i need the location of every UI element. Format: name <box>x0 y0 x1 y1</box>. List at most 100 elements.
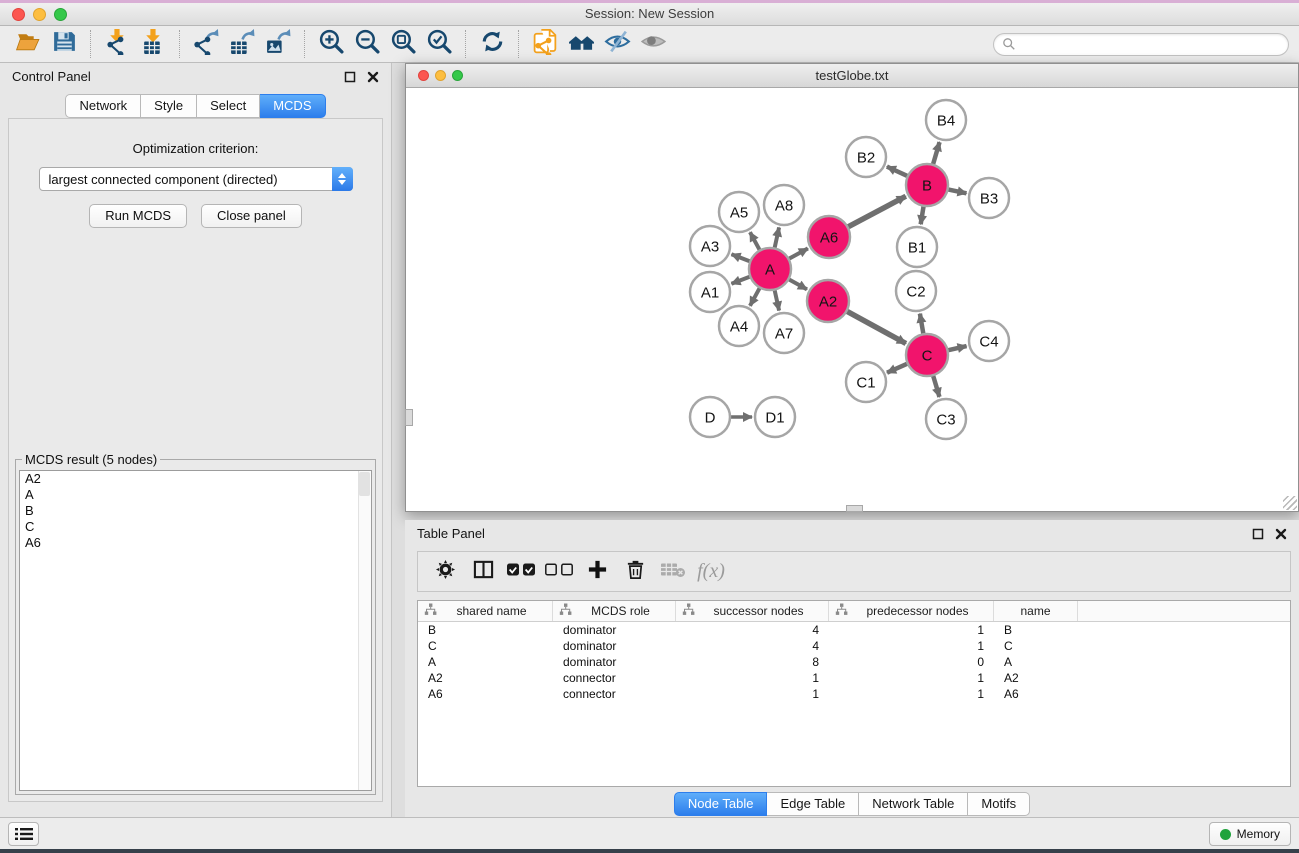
column-header-predecessor-nodes[interactable]: predecessor nodes <box>829 601 994 621</box>
node-B2[interactable]: B2 <box>846 137 886 177</box>
table-cell[interactable]: 1 <box>829 687 994 701</box>
table-cell[interactable]: 8 <box>676 655 829 669</box>
table-cell[interactable]: dominator <box>553 623 676 637</box>
table-settings-button[interactable] <box>426 555 464 589</box>
network-window-titlebar[interactable]: testGlobe.txt <box>406 64 1298 88</box>
node-D1[interactable]: D1 <box>755 397 795 437</box>
node-A1[interactable]: A1 <box>690 272 730 312</box>
search-input[interactable] <box>1021 37 1280 51</box>
table-cell[interactable]: dominator <box>553 655 676 669</box>
close-panel-button[interactable]: Close panel <box>201 204 302 228</box>
edge-A-A4[interactable] <box>750 286 761 306</box>
network-minimize-button[interactable] <box>435 70 446 81</box>
edge-C-C2[interactable] <box>920 314 924 337</box>
edge-C-C3[interactable] <box>932 373 939 397</box>
memory-button[interactable]: Memory <box>1209 822 1291 846</box>
edge-A6-B[interactable] <box>846 196 906 228</box>
node-A8[interactable]: A8 <box>764 185 804 225</box>
tab-select[interactable]: Select <box>197 94 260 118</box>
node-B[interactable]: B <box>906 164 948 206</box>
hide-selected-button[interactable] <box>599 29 635 59</box>
first-neighbors-button[interactable] <box>563 29 599 59</box>
float-panel-icon[interactable] <box>344 71 356 83</box>
table-cell[interactable]: C <box>418 639 553 653</box>
deselect-all-rows-button[interactable] <box>540 555 578 589</box>
export-table-button[interactable] <box>224 29 260 59</box>
zoom-in-button[interactable] <box>313 29 349 59</box>
edge-A-A7[interactable] <box>774 288 779 311</box>
node-A3[interactable]: A3 <box>690 226 730 266</box>
bottom-panel-handle[interactable] <box>846 505 863 512</box>
table-cell[interactable]: connector <box>553 687 676 701</box>
refresh-layout-button[interactable] <box>474 29 510 59</box>
result-list-item[interactable]: A <box>20 487 371 503</box>
run-mcds-button[interactable]: Run MCDS <box>89 204 187 228</box>
edge-A-A6[interactable] <box>787 248 808 259</box>
zoom-out-button[interactable] <box>349 29 385 59</box>
network-zoom-button[interactable] <box>452 70 463 81</box>
column-header-successor-nodes[interactable]: successor nodes <box>676 601 829 621</box>
import-table-button[interactable] <box>135 29 171 59</box>
node-C4[interactable]: C4 <box>969 321 1009 361</box>
network-canvas[interactable]: AA1A2A3A4A5A6A7A8BB1B2B3B4CC1C2C3C4DD1 <box>406 88 1298 511</box>
column-header-name[interactable]: name <box>994 601 1078 621</box>
table-cell[interactable]: A2 <box>418 671 553 685</box>
minimize-window-button[interactable] <box>33 8 46 21</box>
edge-C-C1[interactable] <box>887 363 910 373</box>
network-graph[interactable]: AA1A2A3A4A5A6A7A8BB1B2B3B4CC1C2C3C4DD1 <box>406 88 1298 511</box>
node-C3[interactable]: C3 <box>926 399 966 439</box>
edge-B-B4[interactable] <box>932 142 939 167</box>
node-C2[interactable]: C2 <box>896 271 936 311</box>
select-all-rows-button[interactable] <box>502 555 540 589</box>
table-cell[interactable]: A2 <box>994 671 1078 685</box>
table-cell[interactable]: B <box>994 623 1078 637</box>
open-session-button[interactable] <box>10 29 46 59</box>
show-all-button[interactable] <box>635 29 671 59</box>
table-cell[interactable]: A <box>418 655 553 669</box>
export-network-button[interactable] <box>188 29 224 59</box>
result-list-item[interactable]: C <box>20 519 371 535</box>
table-cell[interactable]: A6 <box>418 687 553 701</box>
node-A6[interactable]: A6 <box>808 216 850 258</box>
edge-A-A2[interactable] <box>787 278 807 289</box>
table-row[interactable]: Bdominator41B <box>418 622 1290 638</box>
edge-A-A5[interactable] <box>750 232 761 252</box>
save-session-button[interactable] <box>46 29 82 59</box>
tab-mcds[interactable]: MCDS <box>260 94 325 118</box>
create-new-column-button[interactable] <box>578 555 616 589</box>
table-cell[interactable]: A6 <box>994 687 1078 701</box>
zoom-selected-button[interactable] <box>421 29 457 59</box>
tab-node-table[interactable]: Node Table <box>674 792 768 816</box>
table-cell[interactable]: A <box>994 655 1078 669</box>
tab-network-table[interactable]: Network Table <box>859 792 968 816</box>
table-float-panel-icon[interactable] <box>1252 528 1264 540</box>
edge-A-A3[interactable] <box>731 254 752 262</box>
result-scrollbar[interactable] <box>358 471 371 790</box>
zoom-window-button[interactable] <box>54 8 67 21</box>
node-C1[interactable]: C1 <box>846 362 886 402</box>
edge-A-A1[interactable] <box>731 276 752 284</box>
edge-A2-C[interactable] <box>845 310 906 343</box>
node-D[interactable]: D <box>690 397 730 437</box>
table-cell[interactable]: B <box>418 623 553 637</box>
table-cell[interactable]: C <box>994 639 1078 653</box>
close-window-button[interactable] <box>12 8 25 21</box>
tab-motifs[interactable]: Motifs <box>968 792 1030 816</box>
task-history-button[interactable] <box>8 822 39 846</box>
resize-grip-icon[interactable] <box>1283 496 1297 510</box>
node-B3[interactable]: B3 <box>969 178 1009 218</box>
edge-B-B2[interactable] <box>887 167 910 177</box>
network-close-button[interactable] <box>418 70 429 81</box>
result-list-item[interactable]: A6 <box>20 535 371 551</box>
column-header-MCDS-role[interactable]: MCDS role <box>553 601 676 621</box>
edge-A-A8[interactable] <box>774 227 779 250</box>
node-C[interactable]: C <box>906 334 948 376</box>
column-header-shared-name[interactable]: shared name <box>418 601 553 621</box>
tab-edge-table[interactable]: Edge Table <box>767 792 859 816</box>
zoom-fit-button[interactable] <box>385 29 421 59</box>
left-panel-handle[interactable] <box>405 409 413 426</box>
table-cell[interactable]: 4 <box>676 623 829 637</box>
table-cell[interactable]: dominator <box>553 639 676 653</box>
node-A2[interactable]: A2 <box>807 280 849 322</box>
table-close-panel-icon[interactable] <box>1275 528 1287 540</box>
